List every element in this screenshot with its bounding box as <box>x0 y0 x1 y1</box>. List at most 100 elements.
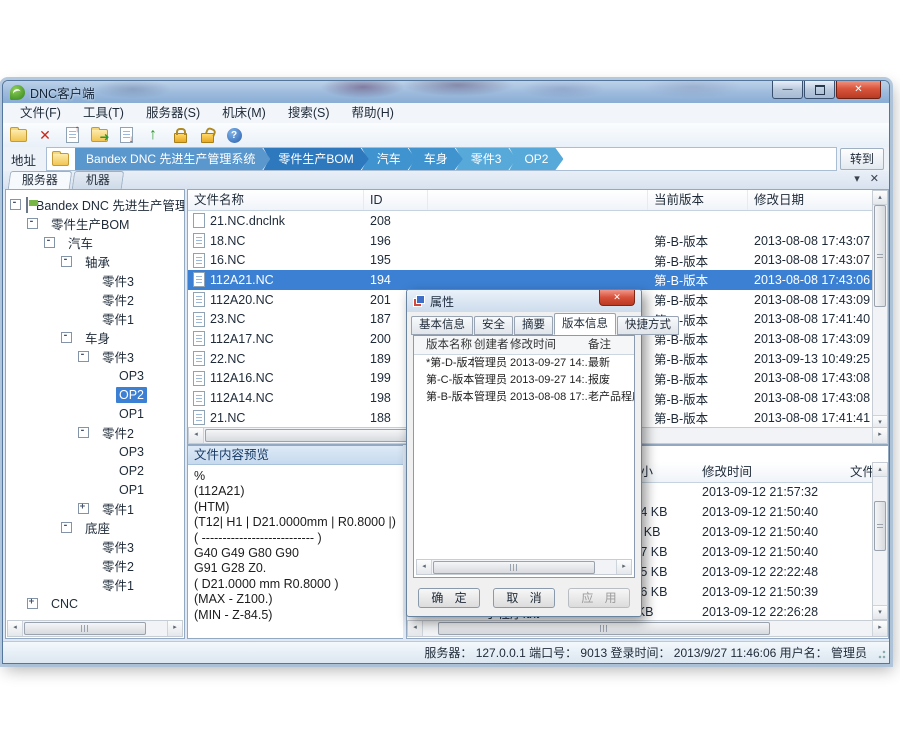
tree-item[interactable]: 零件2 <box>6 423 184 442</box>
cancel-button[interactable]: 取 消 <box>493 588 555 608</box>
collapse-pane-icon[interactable]: ▾ <box>854 172 860 185</box>
scroll-right-icon[interactable]: ▸ <box>872 621 887 636</box>
scroll-left-icon[interactable]: ◂ <box>417 560 432 574</box>
dialog-tab[interactable]: 版本信息 <box>554 313 616 335</box>
tree-expander-icon[interactable] <box>61 256 72 267</box>
import-folder-icon[interactable]: ➜ <box>90 126 108 144</box>
maximize-button[interactable] <box>804 81 835 99</box>
tree-expander-icon[interactable] <box>10 199 21 210</box>
download-file-icon[interactable]: ↓ <box>117 126 135 144</box>
column-creator[interactable]: 创建者 <box>474 336 510 354</box>
tree-item[interactable]: 零件1 <box>6 309 184 328</box>
tree-item[interactable]: OP1 <box>6 404 184 423</box>
tree-item[interactable]: 零件1 <box>6 499 184 518</box>
scroll-thumb[interactable] <box>438 622 770 635</box>
version-row[interactable]: 第-B-版本 管理员 2013-08-08 17:... 老产品程序 <box>414 389 634 406</box>
tree-item[interactable]: OP2 <box>6 461 184 480</box>
tree-item[interactable]: 零件3 <box>6 537 184 556</box>
tree-horizontal-scrollbar[interactable]: ◂ ▸ <box>7 620 183 637</box>
breadcrumb-segment[interactable]: 零件生产BOM <box>263 148 368 170</box>
breadcrumb-segment[interactable]: OP2 <box>509 148 563 170</box>
ok-button[interactable]: 确 定 <box>418 588 480 608</box>
address-field[interactable]: Bandex DNC 先进生产管理系统零件生产BOM汽车车身零件3OP2 <box>46 147 837 171</box>
column-note[interactable]: 备注 <box>588 336 634 354</box>
scroll-left-icon[interactable]: ◂ <box>189 428 204 443</box>
file-row[interactable]: 18.NC 196 第-B-版本 2013-08-08 17:43:07 <box>188 231 888 251</box>
close-button[interactable]: ✕ <box>836 81 881 99</box>
scroll-right-icon[interactable]: ▸ <box>616 560 631 574</box>
tree-item[interactable]: OP3 <box>6 442 184 461</box>
panel-tab[interactable]: 服务器 <box>8 171 73 189</box>
file-list-vertical-scrollbar[interactable]: ▴ ▾ <box>872 190 888 430</box>
scroll-thumb[interactable] <box>874 501 886 551</box>
file-row[interactable]: 112A21.NC 194 第-B-版本 2013-08-08 17:43:06 <box>188 270 888 290</box>
tree-item[interactable]: OP3 <box>6 366 184 385</box>
scroll-thumb[interactable] <box>874 205 886 307</box>
send-up-icon[interactable]: ↑ <box>144 126 162 144</box>
file-row[interactable]: 16.NC 195 第-B-版本 2013-08-08 17:43:07 <box>188 250 888 270</box>
tree-item[interactable]: 零件2 <box>6 556 184 575</box>
breadcrumb-segment[interactable]: 汽车 <box>362 148 416 170</box>
tree-item[interactable]: 底座 <box>6 518 184 537</box>
breadcrumb-segment[interactable]: 车身 <box>409 148 463 170</box>
menu-item[interactable]: 帮助(H) <box>341 104 405 123</box>
tree-item[interactable]: 零件3 <box>6 271 184 290</box>
scroll-up-icon[interactable]: ▴ <box>873 191 887 205</box>
new-folder-icon[interactable] <box>9 126 27 144</box>
lock-icon[interactable] <box>171 126 189 144</box>
scroll-up-icon[interactable]: ▴ <box>873 463 887 477</box>
breadcrumb-segment[interactable]: Bandex DNC 先进生产管理系统 <box>75 148 270 170</box>
version-row[interactable]: *第-D-版本 管理员 2013-09-27 14:... 最新 <box>414 355 634 372</box>
scroll-right-icon[interactable]: ▸ <box>872 428 887 443</box>
tree-expander-icon[interactable] <box>61 522 72 533</box>
breadcrumb-segment[interactable]: 零件3 <box>456 148 517 170</box>
resize-grip[interactable] <box>876 650 886 660</box>
column-version-name[interactable]: 版本名称 <box>426 336 474 354</box>
column-file-name[interactable]: 文件名称 <box>188 190 364 210</box>
tree-item[interactable]: 零件生产BOM <box>6 214 184 233</box>
menu-item[interactable]: 服务器(S) <box>135 104 211 123</box>
unlock-icon[interactable] <box>198 126 216 144</box>
scroll-left-icon[interactable]: ◂ <box>408 621 423 636</box>
go-button[interactable]: 转到 <box>840 148 884 170</box>
tree-item[interactable]: CNC <box>6 594 184 613</box>
attachment-vertical-scrollbar[interactable]: ▴ ▾ <box>872 462 888 620</box>
tree-item[interactable]: 零件3 <box>6 347 184 366</box>
dialog-close-button[interactable]: ✕ <box>599 290 635 306</box>
menu-item[interactable]: 文件(F) <box>9 104 72 123</box>
scroll-thumb[interactable] <box>24 622 146 635</box>
tree-item[interactable]: 零件1 <box>6 575 184 594</box>
panel-tab[interactable]: 机器 <box>72 171 125 189</box>
file-row[interactable]: 21.NC.dnclnk 208 <box>188 211 888 231</box>
column-time[interactable]: 修改时间 <box>702 462 850 482</box>
scroll-left-icon[interactable]: ◂ <box>8 621 23 636</box>
column-modified-date[interactable]: 修改日期 <box>748 190 888 210</box>
column-id[interactable]: ID <box>364 190 428 210</box>
scroll-right-icon[interactable]: ▸ <box>167 621 182 636</box>
tree-expander-icon[interactable] <box>27 218 38 229</box>
tree-expander-icon[interactable] <box>61 332 72 343</box>
column-file[interactable]: 文件(&l <box>850 462 874 482</box>
column-modify-time[interactable]: 修改时间 <box>510 336 588 354</box>
tree-expander-icon[interactable] <box>78 503 89 514</box>
dialog-tab[interactable]: 基本信息 <box>411 316 473 335</box>
tree-item[interactable]: 汽车 <box>6 233 184 252</box>
delete-icon[interactable]: ✕ <box>36 126 54 144</box>
tree-expander-icon[interactable] <box>44 237 55 248</box>
help-icon[interactable]: ? <box>225 126 243 144</box>
tree-item[interactable]: 轴承 <box>6 252 184 271</box>
close-pane-icon[interactable]: ✕ <box>870 172 879 185</box>
scroll-thumb[interactable] <box>433 561 595 574</box>
menu-item[interactable]: 机床(M) <box>211 104 277 123</box>
tree-item[interactable]: OP2 <box>6 385 184 404</box>
column-current-version[interactable]: 当前版本 <box>648 190 748 210</box>
tree-expander-icon[interactable] <box>78 351 89 362</box>
tree-expander-icon[interactable] <box>27 598 38 609</box>
dialog-horizontal-scrollbar[interactable]: ◂ ▸ <box>416 559 632 575</box>
dialog-tab[interactable]: 安全 <box>474 316 513 335</box>
menu-item[interactable]: 工具(T) <box>72 104 135 123</box>
tree-item[interactable]: 零件2 <box>6 290 184 309</box>
dialog-tab[interactable]: 摘要 <box>514 316 553 335</box>
upload-file-icon[interactable]: ↑ <box>63 126 81 144</box>
tree-expander-icon[interactable] <box>78 427 89 438</box>
